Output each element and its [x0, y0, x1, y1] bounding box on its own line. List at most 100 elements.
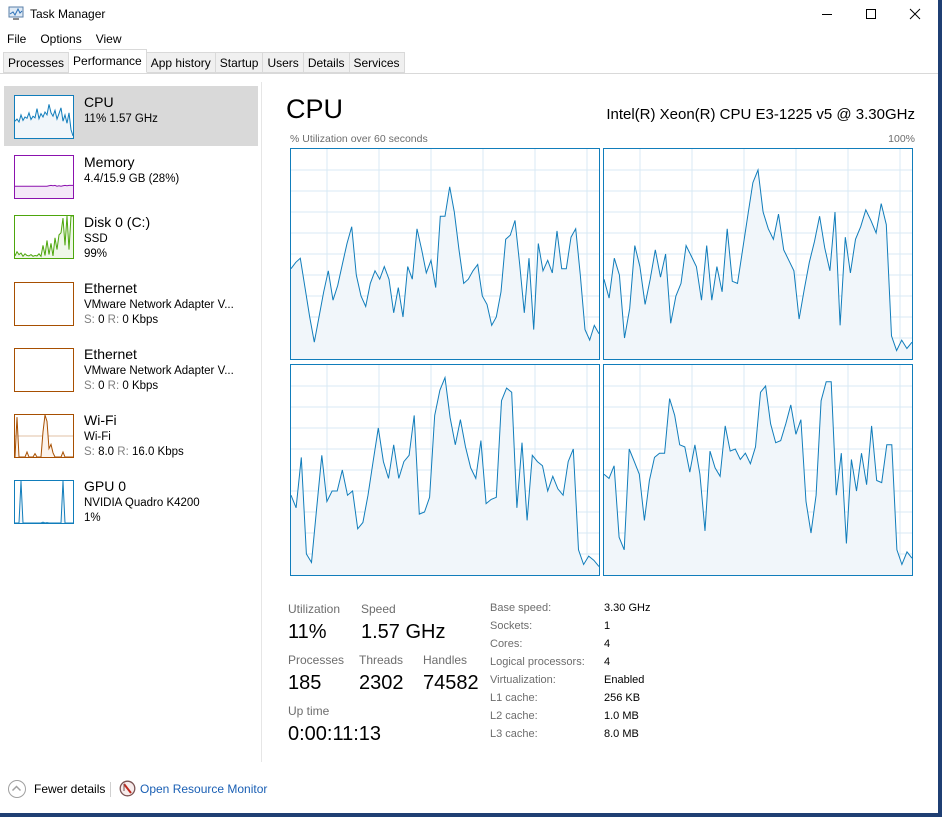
spec-label-virtualization: Virtualization: — [490, 674, 556, 686]
tab-processes[interactable]: Processes — [3, 52, 70, 73]
sidebar-item-ethernet-1[interactable]: Ethernet VMware Network Adapter V... S: … — [4, 274, 258, 336]
menu-bar: File Options View — [0, 30, 129, 48]
chevron-up-circle-icon[interactable] — [8, 780, 26, 798]
tab-services[interactable]: Services — [349, 52, 405, 73]
threads-value: 2302 — [359, 672, 404, 694]
title-bar: Task Manager — [0, 0, 938, 28]
series-area — [604, 170, 912, 359]
sidebar-item-ethernet-2[interactable]: Ethernet VMware Network Adapter V... S: … — [4, 340, 258, 402]
thumbnail-border — [14, 348, 74, 392]
spec-value-l1-cache: 256 KB — [604, 692, 641, 704]
window-frame-bottom — [0, 813, 942, 817]
sidebar-item-disk[interactable]: Disk 0 (C:) SSD 99% — [4, 206, 258, 272]
wifi-thumbnail-graph — [14, 414, 74, 458]
core-graph-2 — [290, 364, 600, 576]
page-title: CPU — [286, 94, 344, 124]
spec-label-l2-cache: L2 cache: — [490, 710, 538, 722]
minimize-icon — [822, 14, 832, 15]
menu-options[interactable]: Options — [33, 30, 88, 48]
ethernet-thumbnail-graph — [14, 282, 74, 326]
maximize-icon — [866, 9, 876, 19]
core-graph-3-svg — [603, 364, 913, 576]
sidebar-item-detail: VMware Network Adapter V... — [84, 365, 234, 377]
spec-label-l1-cache: L1 cache: — [490, 692, 538, 704]
sidebar-item-detail: Wi-Fi — [84, 431, 111, 443]
sidebar-item-detail: NVIDIA Quadro K4200 — [84, 497, 200, 509]
tab-performance[interactable]: Performance — [69, 49, 147, 73]
graph-axis-label: % Utilization over 60 seconds — [290, 133, 428, 145]
sidebar-item-usage: 1% — [84, 512, 101, 524]
processes-label: Processes — [288, 653, 345, 667]
menu-view[interactable]: View — [89, 30, 129, 48]
speed-label: Speed — [361, 602, 396, 616]
menu-file[interactable]: File — [0, 30, 33, 48]
cpu-model-name: Intel(R) Xeon(R) CPU E3-1225 v5 @ 3.30GH… — [606, 106, 915, 123]
close-button[interactable] — [892, 0, 938, 28]
tab-users[interactable]: Users — [263, 52, 304, 73]
sidebar-item-title: Ethernet — [84, 346, 137, 362]
core-graph-2-svg — [290, 364, 600, 576]
sidebar-item-title: Disk 0 (C:) — [84, 214, 151, 230]
tab-strip: Processes Performance App history Startu… — [0, 48, 938, 74]
uptime-label: Up time — [288, 704, 330, 718]
thumbnail-line — [15, 480, 73, 524]
thumbnail-area — [15, 185, 73, 198]
speed-value: 1.57 GHz — [361, 621, 446, 643]
uptime-value: 0:00:11:13 — [288, 723, 382, 745]
open-resource-monitor-link[interactable]: Open Resource Monitor — [140, 782, 267, 796]
sidebar-item-detail: SSD — [84, 233, 108, 245]
minimize-button[interactable] — [804, 0, 850, 28]
maximize-button[interactable] — [848, 0, 894, 28]
sidebar-item-cpu[interactable]: CPU 11% 1.57 GHz — [4, 86, 258, 146]
utilization-label: Utilization — [288, 602, 341, 616]
footer-separator — [110, 782, 111, 797]
threads-label: Threads — [359, 653, 404, 667]
core-graph-3 — [603, 364, 913, 576]
tab-details[interactable]: Details — [303, 52, 350, 73]
footer-bar: Fewer details Open Resource Monitor — [0, 770, 938, 810]
spec-value-base-speed: 3.30 GHz — [604, 602, 651, 614]
window-frame-right — [938, 0, 942, 817]
sidebar-item-throughput: S: 0 R: 0 Kbps — [84, 314, 159, 326]
spec-value-sockets: 1 — [604, 620, 611, 632]
sidebar-item-memory[interactable]: Memory 4.4/15.9 GB (28%) — [4, 146, 258, 206]
thumbnail-border — [14, 282, 74, 326]
gpu-thumbnail-graph — [14, 480, 74, 524]
disk-thumbnail-graph — [14, 215, 74, 259]
close-icon — [909, 8, 921, 20]
sidebar-item-title: GPU 0 — [84, 478, 127, 494]
resource-monitor-icon[interactable] — [119, 780, 136, 797]
sidebar-item-title: Memory — [84, 154, 135, 170]
spec-value-l2-cache: 1.0 MB — [604, 710, 639, 722]
sidebar-item-detail: 4.4/15.9 GB (28%) — [84, 173, 180, 185]
handles-value: 74582 — [423, 672, 479, 694]
fewer-details-button[interactable]: Fewer details — [34, 782, 105, 796]
utilization-value: 11% — [288, 621, 327, 643]
thumbnail-area — [15, 104, 73, 138]
spec-value-logical-processors: 4 — [604, 656, 611, 668]
tab-app-history[interactable]: App history — [146, 52, 216, 73]
tab-startup[interactable]: Startup — [215, 52, 264, 73]
sidebar-item-usage: 99% — [84, 248, 108, 260]
window-title: Task Manager — [30, 7, 106, 21]
spec-label-base-speed: Base speed: — [490, 602, 552, 614]
core-graph-1 — [603, 148, 913, 360]
sidebar-item-wifi[interactable]: Wi-Fi Wi-Fi S: 8.0 R: 16.0 Kbps — [4, 406, 258, 468]
spec-value-virtualization: Enabled — [604, 674, 645, 686]
memory-thumbnail-graph — [14, 155, 74, 199]
sidebar-item-detail: VMware Network Adapter V... — [84, 299, 234, 311]
sidebar-item-title: Ethernet — [84, 280, 137, 296]
sidebar-item-title: CPU — [84, 94, 114, 110]
sidebar-item-gpu[interactable]: GPU 0 NVIDIA Quadro K4200 1% — [4, 472, 258, 534]
cpu-thumbnail-graph — [14, 95, 74, 139]
handles-label: Handles — [423, 653, 468, 667]
core-graph-0 — [290, 148, 600, 360]
graph-axis-max: 100% — [888, 133, 915, 145]
spec-label-sockets: Sockets: — [490, 620, 533, 632]
spec-value-cores: 4 — [604, 638, 611, 650]
spec-label-cores: Cores: — [490, 638, 523, 650]
sidebar-item-detail: 11% 1.57 GHz — [84, 113, 158, 125]
sidebar-item-throughput: S: 8.0 R: 16.0 Kbps — [84, 446, 184, 458]
ethernet-thumbnail-graph — [14, 348, 74, 392]
core-graph-1-svg — [603, 148, 913, 360]
